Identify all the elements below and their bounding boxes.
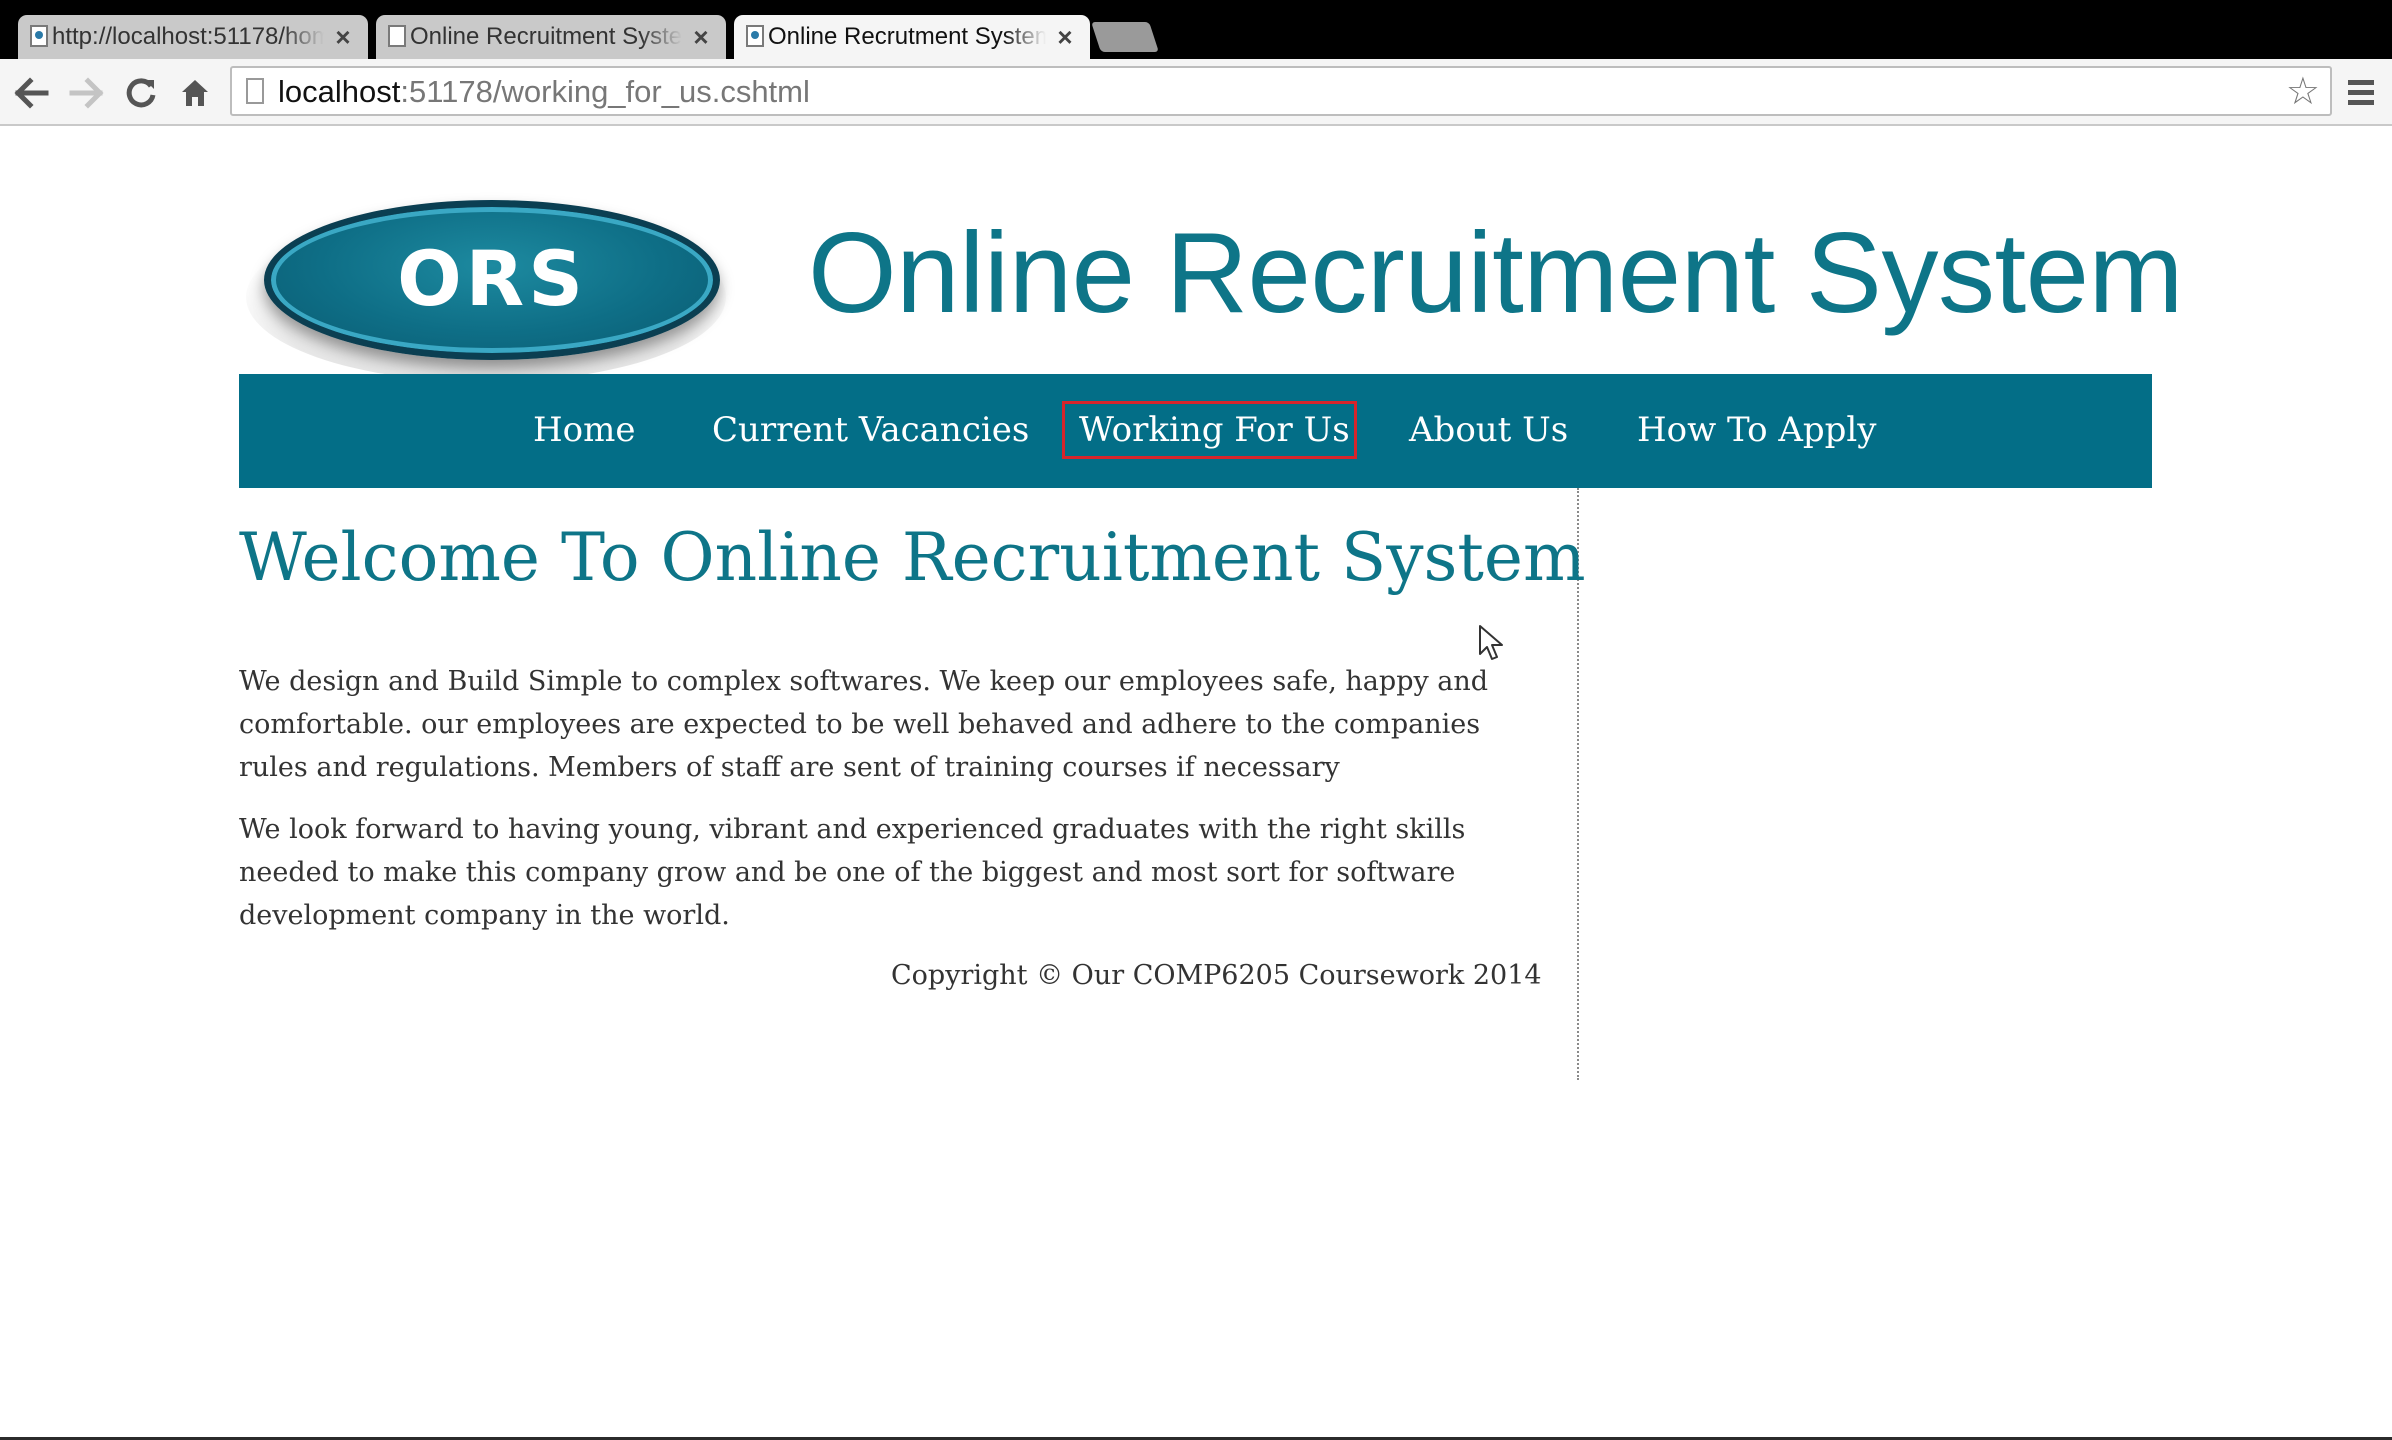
tab-title: Online Recruitment System — [410, 23, 682, 50]
back-arrow-icon[interactable] — [12, 73, 52, 113]
new-tab-button[interactable] — [1091, 22, 1159, 52]
browser-toolbar: localhost:51178/working_for_us.cshtml ☆ — [0, 59, 2392, 126]
page-icon — [246, 78, 264, 104]
mouse-cursor-icon — [1479, 625, 1503, 660]
nav-about-us[interactable]: About Us — [1409, 404, 1568, 456]
address-bar[interactable]: localhost:51178/working_for_us.cshtml ☆ — [230, 66, 2332, 116]
forward-arrow-icon[interactable] — [66, 73, 106, 113]
browser-tab[interactable]: Online Recruitment System × — [376, 15, 726, 59]
browser-tab-active[interactable]: Online Recrutment System × — [734, 15, 1090, 59]
site-nav-bar: Home Current Vacancies Working For Us Ab… — [239, 374, 2152, 488]
reload-icon[interactable] — [121, 73, 161, 113]
close-tab-icon[interactable]: × — [690, 24, 712, 50]
page-favicon-icon — [388, 25, 406, 47]
browser-tab[interactable]: http://localhost:51178/home × — [18, 15, 368, 59]
hamburger-menu-icon[interactable] — [2346, 78, 2378, 108]
intro-paragraph: We design and Build Simple to complex so… — [239, 666, 1489, 783]
page-favicon-icon — [30, 25, 48, 47]
nav-current-vacancies[interactable]: Current Vacancies — [712, 404, 1029, 456]
nav-working-for-us[interactable]: Working For Us — [1062, 401, 1357, 459]
close-tab-icon[interactable]: × — [332, 24, 354, 50]
page-heading: Welcome To Online Recruitment System — [239, 519, 1586, 596]
web-page: ORS Online Recruitment System Home Curre… — [0, 126, 2392, 1438]
nav-how-to-apply[interactable]: How To Apply — [1637, 404, 1877, 456]
browser-tab-strip: http://localhost:51178/home × Online Rec… — [0, 0, 2392, 59]
site-logo[interactable]: ORS — [264, 200, 720, 360]
graduates-paragraph: We look forward to having young, vibrant… — [239, 814, 1466, 931]
tab-title: Online Recrutment System — [768, 23, 1046, 50]
home-icon[interactable] — [175, 73, 215, 113]
address-url[interactable]: localhost:51178/working_for_us.cshtml — [278, 75, 810, 109]
page-favicon-icon — [746, 25, 764, 47]
star-icon[interactable]: ☆ — [2286, 73, 2320, 111]
logo-text: ORS — [397, 233, 587, 323]
nav-home[interactable]: Home — [533, 404, 635, 456]
tab-title: http://localhost:51178/home — [52, 23, 324, 50]
close-tab-icon[interactable]: × — [1054, 24, 1076, 50]
footer-copyright: Copyright © Our COMP6205 Coursework 2014 — [891, 960, 1542, 991]
site-brand-title: Online Recruitment System — [808, 210, 2183, 337]
